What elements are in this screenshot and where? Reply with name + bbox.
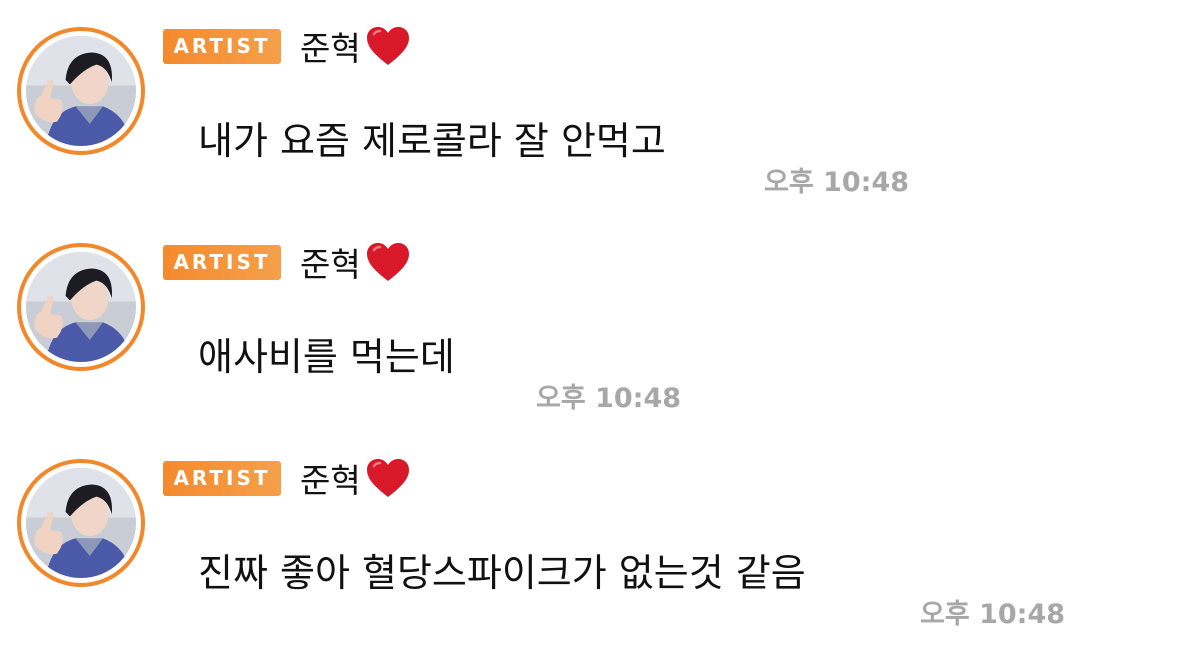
artist-badge: ARTIST [163, 29, 281, 64]
message-text[interactable]: 진짜 좋아 혈당스파이크가 없는것 같음 [198, 542, 806, 597]
red-heart-icon [365, 457, 411, 499]
message-text[interactable]: 내가 요즘 제로콜라 잘 안먹고 [198, 110, 666, 165]
avatar[interactable] [17, 243, 145, 371]
message-timestamp: 오후 10:48 [536, 383, 682, 414]
sender-name[interactable]: 준혁 [300, 456, 411, 500]
sender-name[interactable]: 준혁 [300, 24, 411, 68]
sender-name-text: 준혁 [300, 29, 361, 68]
message-timestamp: 오후 10:48 [764, 167, 910, 198]
avatar[interactable] [17, 27, 145, 155]
chat-message: ARTIST 준혁 애사비를 먹는데 오후 10:48 [0, 216, 1179, 426]
red-heart-icon [365, 25, 411, 67]
avatar-photo [26, 36, 136, 146]
chat-message: ARTIST 준혁 내가 요즘 제로콜라 잘 안먹고 오후 10:48 [0, 0, 1179, 210]
sender-name-text: 준혁 [300, 461, 361, 500]
message-timestamp: 오후 10:48 [920, 599, 1066, 630]
avatar[interactable] [17, 459, 145, 587]
message-text[interactable]: 애사비를 먹는데 [198, 326, 455, 381]
artist-badge: ARTIST [163, 245, 281, 280]
chat-message: ARTIST 준혁 진짜 좋아 혈당스파이크가 없는것 같음 오후 10:48 [0, 432, 1179, 642]
artist-badge: ARTIST [163, 461, 281, 496]
avatar-photo [26, 252, 136, 362]
red-heart-icon [365, 241, 411, 283]
sender-name-text: 준혁 [300, 245, 361, 284]
sender-name[interactable]: 준혁 [300, 240, 411, 284]
avatar-photo [26, 468, 136, 578]
